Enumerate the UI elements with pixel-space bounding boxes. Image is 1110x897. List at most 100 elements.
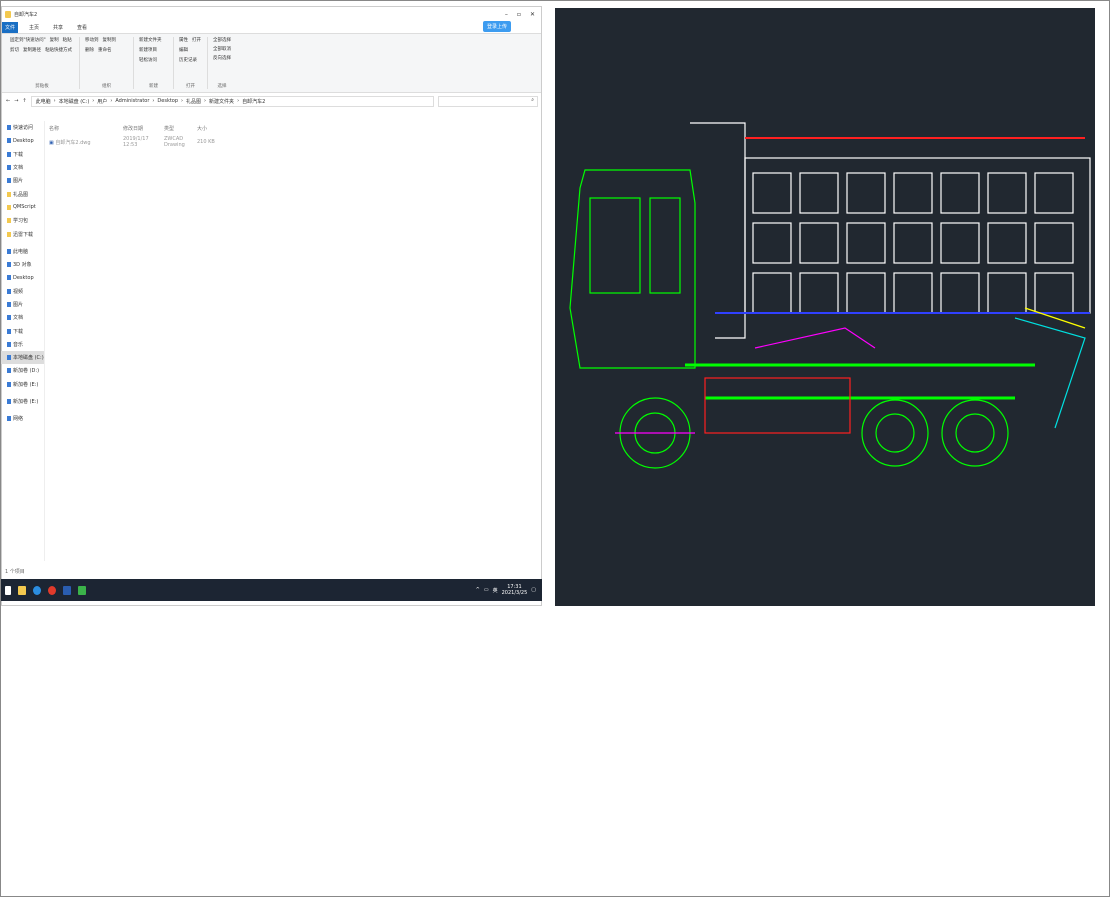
sidebar-item-icon — [7, 262, 11, 268]
sidebar-item[interactable]: 本地磁盘 (C:) — [1, 351, 44, 365]
upload-button[interactable]: 登录上传 — [482, 21, 511, 32]
network-icon[interactable]: ▭ — [484, 587, 489, 593]
ime-indicator[interactable]: 英 — [493, 587, 498, 594]
back-icon[interactable]: ← — [6, 98, 10, 104]
breadcrumb-item[interactable]: 此电脑 — [36, 98, 51, 105]
tab-home[interactable]: 主页 — [26, 22, 42, 33]
column-type[interactable]: 类型 — [164, 125, 197, 132]
search-input[interactable]: ⌕ — [438, 95, 538, 107]
sidebar-item[interactable]: 视频 — [1, 285, 44, 298]
start-icon[interactable] — [5, 585, 11, 595]
sidebar-item[interactable]: 新加卷 (E:) — [1, 378, 44, 391]
breadcrumb-item[interactable]: Desktop — [157, 98, 178, 104]
up-icon[interactable]: ↑ — [22, 98, 26, 104]
properties-button[interactable]: 属性 — [179, 37, 188, 43]
sidebar-item-icon — [7, 368, 11, 374]
sidebar-item[interactable]: 3D 对象 — [1, 258, 44, 271]
column-date[interactable]: 修改日期 — [123, 125, 164, 132]
tab-share[interactable]: 共享 — [50, 22, 66, 33]
cut-button[interactable]: 剪切 — [10, 47, 19, 53]
sidebar-item[interactable]: 音乐 — [1, 338, 44, 351]
file-type: ZWCAD Drawing — [164, 136, 185, 148]
sidebar-item[interactable]: 下载 — [1, 148, 44, 161]
sidebar-item-icon — [7, 341, 11, 347]
column-size[interactable]: 大小 — [197, 125, 222, 132]
tray-chevron-icon[interactable]: ^ — [476, 587, 480, 593]
paste-button[interactable]: 粘贴 — [63, 37, 72, 43]
minimize-button[interactable]: – — [505, 11, 508, 18]
sidebar-item[interactable]: 图片 — [1, 174, 44, 187]
breadcrumb-item[interactable]: 礼品图 — [186, 98, 201, 105]
sidebar-item[interactable]: 新加卷 (D:) — [1, 364, 44, 377]
sidebar-item[interactable]: Desktop — [1, 271, 44, 284]
group-label: 剪贴板 — [35, 84, 49, 89]
invert-selection-button[interactable]: 反向选择 — [213, 55, 231, 61]
breadcrumb-item[interactable]: 新建文件夹 — [209, 98, 234, 105]
clock[interactable]: 17:31 2021/3/25 — [502, 584, 528, 596]
select-all-button[interactable]: 全部选择 — [213, 37, 231, 43]
sidebar-item[interactable]: 图片 — [1, 298, 44, 311]
new-group: 新建文件夹 新建项目 轻松访问 新建 — [134, 37, 174, 89]
history-button[interactable]: 历史记录 — [179, 57, 197, 63]
sidebar-item-label: QMScript — [13, 204, 36, 211]
column-name[interactable]: 名称 — [49, 125, 123, 132]
sidebar-item-label: 礼品图 — [13, 191, 29, 198]
select-none-button[interactable]: 全部取消 — [213, 46, 231, 52]
sidebar-item-icon — [7, 125, 11, 131]
sidebar-item[interactable]: 礼品图 — [1, 187, 44, 200]
sidebar-item[interactable]: 网络 — [1, 412, 44, 425]
window-title: 自卸汽车2 — [14, 11, 38, 18]
sidebar-item[interactable]: 迅雷下载 — [1, 227, 44, 240]
app-icon[interactable] — [48, 585, 56, 595]
delete-button[interactable]: 删除 — [85, 47, 94, 53]
new-folder-button[interactable]: 新建文件夹 — [139, 37, 162, 43]
sidebar-item-label: 学习包 — [13, 218, 29, 225]
maximize-button[interactable]: ▫ — [517, 11, 521, 18]
breadcrumb-item[interactable]: Administrator — [115, 98, 149, 104]
move-to-button[interactable]: 移动到 — [85, 37, 99, 43]
easy-access-button[interactable]: 轻松访问 — [139, 57, 157, 63]
tab-file[interactable]: 文件 — [2, 21, 19, 33]
sidebar-item[interactable]: 下载 — [1, 324, 44, 337]
pin-button[interactable]: 固定到"快速访问" — [10, 37, 46, 43]
new-item-button[interactable]: 新建项目 — [139, 47, 157, 53]
forward-icon[interactable]: → — [14, 98, 18, 104]
dump-body-panel — [1034, 222, 1074, 264]
rename-button[interactable]: 重命名 — [98, 47, 112, 53]
group-label: 新建 — [149, 84, 158, 89]
address-bar[interactable]: 此电脑 › 本地磁盘 (C:) › 用户 › Administrator › Deskt… — [30, 95, 434, 107]
browser-icon[interactable] — [33, 585, 41, 595]
spreadsheet-icon[interactable] — [78, 585, 86, 595]
copy-path-button[interactable]: 复制路径 — [23, 47, 41, 53]
dump-body-panel — [846, 272, 886, 314]
sidebar-item-icon — [7, 399, 11, 405]
sidebar-item[interactable]: 此电脑 — [1, 245, 44, 258]
edit-button[interactable]: 编辑 — [179, 47, 188, 53]
sidebar-item[interactable]: 快速访问 — [1, 121, 44, 134]
sidebar-item[interactable]: Desktop — [1, 134, 44, 147]
clock-date: 2021/3/25 — [501, 590, 528, 596]
copy-to-button[interactable]: 复制到 — [103, 37, 117, 43]
copy-button[interactable]: 复制 — [50, 37, 59, 43]
sidebar-item-label: 迅雷下载 — [13, 231, 34, 238]
dump-body-panel — [752, 172, 792, 214]
zwcad-icon[interactable] — [63, 585, 71, 595]
sidebar-item[interactable]: 文档 — [1, 311, 44, 324]
breadcrumb-item[interactable]: 本地磁盘 (C:) — [59, 98, 90, 105]
sidebar-item-icon — [7, 204, 11, 210]
close-button[interactable]: ✕ — [530, 11, 535, 18]
file-explorer-icon[interactable] — [18, 585, 26, 595]
sidebar-item[interactable]: 新加卷 (E:) — [1, 395, 44, 408]
sidebar-item[interactable]: QMScript — [1, 201, 44, 214]
dump-body-panel — [940, 272, 980, 314]
tab-view[interactable]: 查看 — [74, 22, 90, 33]
breadcrumb-item[interactable]: 自卸汽车2 — [242, 98, 265, 105]
sidebar-item[interactable]: 文档 — [1, 161, 44, 174]
notification-icon[interactable]: ▢ — [531, 587, 536, 593]
paste-shortcut-button[interactable]: 粘贴快捷方式 — [45, 47, 72, 53]
dump-body-panel — [846, 172, 886, 214]
breadcrumb-item[interactable]: 用户 — [97, 98, 107, 105]
open-button[interactable]: 打开 — [192, 37, 201, 43]
dump-body-panel — [893, 172, 933, 214]
sidebar-item[interactable]: 学习包 — [1, 214, 44, 227]
